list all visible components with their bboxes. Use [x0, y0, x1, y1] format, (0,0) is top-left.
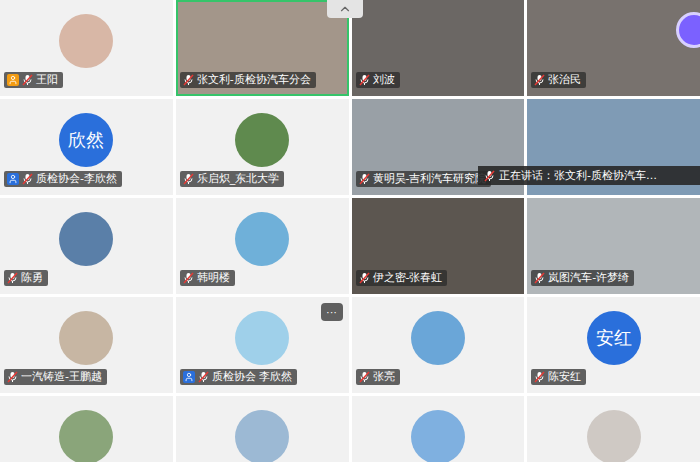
mic-muted-icon [198, 371, 209, 383]
participant-label: 陈安红 [531, 369, 586, 385]
avatar-photo [59, 212, 113, 266]
mic-muted-icon [183, 272, 194, 284]
participant-tile[interactable] [527, 396, 700, 462]
mic-muted-icon [7, 371, 18, 383]
chevron-up-icon [338, 2, 352, 16]
avatar-photo [411, 410, 465, 462]
avatar-text: 欣然 [59, 113, 113, 167]
speaking-tooltip: 正在讲话：张文利-质检协汽车… [478, 166, 700, 185]
avatar-photo [59, 311, 113, 365]
avatar-photo [235, 113, 289, 167]
participant-name: 王阳 [36, 73, 58, 87]
mic-muted-icon [359, 371, 370, 383]
mic-muted-icon [534, 371, 545, 383]
more-button[interactable]: ··· [321, 303, 343, 321]
participant-label: 伊之密-张春虹 [356, 270, 448, 286]
avatar-photo [235, 410, 289, 462]
participant-label: 张治民 [531, 72, 586, 88]
participant-name: 张文利-质检协汽车分会 [197, 73, 311, 87]
participant-name: 乐启炽_东北大学 [197, 172, 280, 186]
mic-muted-icon [359, 272, 370, 284]
mic-muted-icon [183, 74, 194, 86]
participant-label: 黄明昊-吉利汽车研究院 [356, 171, 492, 187]
role-icon [183, 371, 195, 383]
participant-name: 陈安红 [548, 370, 581, 384]
participant-tile[interactable]: 伊之密-张春虹 [352, 198, 525, 294]
participant-name: 黄明昊-吉利汽车研究院 [373, 172, 487, 186]
participant-name: 伊之密-张春虹 [373, 271, 443, 285]
avatar-text: 安红 [587, 311, 641, 365]
participant-grid: 王阳张文利-质检协汽车分会刘波张治民欣然质检协会-李欣然乐启炽_东北大学黄明昊-… [0, 0, 700, 462]
participant-tile[interactable] [0, 396, 173, 462]
participant-tile[interactable] [352, 396, 525, 462]
mic-muted-icon [484, 170, 495, 182]
avatar-photo [59, 410, 113, 462]
avatar-photo [235, 311, 289, 365]
participant-label: 质检协会 李欣然 [180, 369, 298, 385]
participant-tile[interactable]: 张文利-质检协汽车分会 [176, 0, 349, 96]
participant-tile[interactable]: 王阳 [0, 0, 173, 96]
participant-tile[interactable]: 乐启炽_东北大学 [176, 99, 349, 195]
mic-muted-icon [534, 74, 545, 86]
meeting-gallery: 王阳张文利-质检协汽车分会刘波张治民欣然质检协会-李欣然乐启炽_东北大学黄明昊-… [0, 0, 700, 462]
collapse-button[interactable] [327, 0, 363, 18]
participant-name: 刘波 [373, 73, 395, 87]
participant-label: 质检协会-李欣然 [4, 171, 122, 187]
mic-muted-icon [359, 173, 370, 185]
mic-muted-icon [359, 74, 370, 86]
speaking-text: 正在讲话：张文利-质检协汽车… [499, 168, 657, 183]
participant-label: 刘波 [356, 72, 400, 88]
participant-tile[interactable]: 韩明楼 [176, 198, 349, 294]
role-icon [7, 74, 19, 86]
participant-label: 韩明楼 [180, 270, 235, 286]
avatar-photo [59, 14, 113, 68]
participant-label: 陈勇 [4, 270, 48, 286]
mic-muted-icon [534, 272, 545, 284]
participant-name: 张治民 [548, 73, 581, 87]
participant-name: 岚图汽车-许梦绮 [548, 271, 629, 285]
participant-tile[interactable]: 欣然质检协会-李欣然 [0, 99, 173, 195]
participant-label: 乐启炽_东北大学 [180, 171, 285, 187]
avatar-photo [235, 212, 289, 266]
participant-name: 张亮 [373, 370, 395, 384]
participant-name: 韩明楼 [197, 271, 230, 285]
participant-tile[interactable]: ··· 质检协会 李欣然 [176, 297, 349, 393]
participant-label: 张亮 [356, 369, 400, 385]
participant-label: 一汽铸造-王鹏越 [4, 369, 107, 385]
participant-name: 一汽铸造-王鹏越 [21, 370, 102, 384]
participant-tile[interactable]: 张亮 [352, 297, 525, 393]
mic-muted-icon [22, 74, 33, 86]
participant-label: 张文利-质检协汽车分会 [180, 72, 316, 88]
role-icon [7, 173, 19, 185]
participant-label: 王阳 [4, 72, 63, 88]
participant-tile[interactable]: 张治民 [527, 0, 700, 96]
participant-tile[interactable]: 刘波 [352, 0, 525, 96]
mic-muted-icon [183, 173, 194, 185]
participant-tile[interactable]: 岚图汽车-许梦绮 [527, 198, 700, 294]
participant-tile[interactable]: 一汽铸造-王鹏越 [0, 297, 173, 393]
avatar-photo [411, 311, 465, 365]
participant-name: 质检协会 李欣然 [212, 370, 293, 384]
participant-name: 陈勇 [21, 271, 43, 285]
participant-tile[interactable]: 安红陈安红 [527, 297, 700, 393]
mic-muted-icon [7, 272, 18, 284]
participant-tile[interactable]: 陈勇 [0, 198, 173, 294]
participant-tile[interactable] [176, 396, 349, 462]
mic-muted-icon [22, 173, 33, 185]
avatar-photo [587, 410, 641, 462]
participant-name: 质检协会-李欣然 [36, 172, 117, 186]
participant-label: 岚图汽车-许梦绮 [531, 270, 634, 286]
